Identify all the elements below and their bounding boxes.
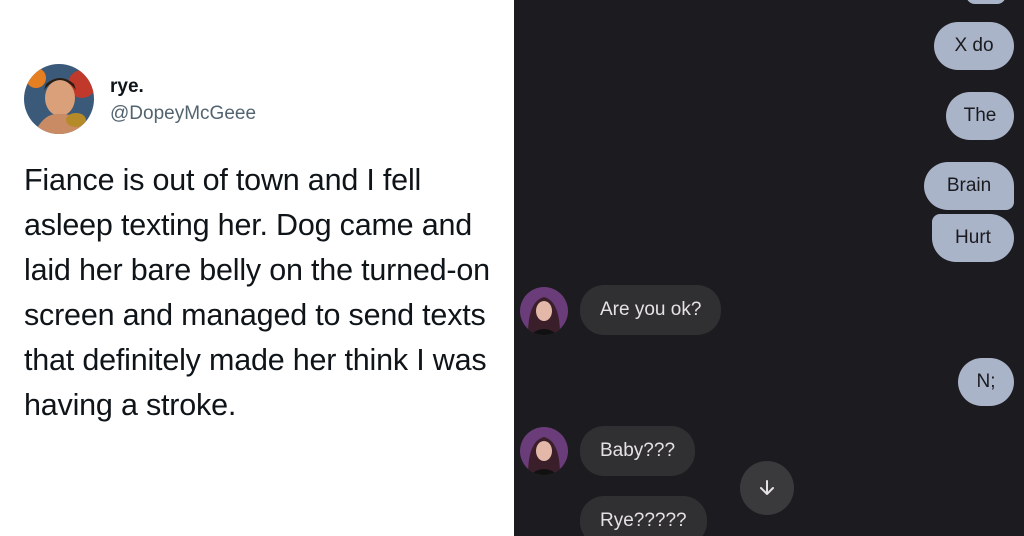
received-bubble[interactable]: Baby??? xyxy=(580,426,696,476)
tweet-text: Fiance is out of town and I fell asleep … xyxy=(24,163,490,422)
sent-message-text: Brain xyxy=(946,175,992,196)
received-message-text: Are you ok? xyxy=(600,299,702,320)
tweet-panel: rye. @DopeyMcGeee Fiance is out of town … xyxy=(0,0,514,536)
scroll-to-bottom-button[interactable] xyxy=(740,461,794,515)
received-bubble[interactable]: Rye????? xyxy=(580,496,707,536)
arrow-down-icon xyxy=(760,480,774,495)
sent-bubble-partial xyxy=(966,0,1006,4)
avatar-image xyxy=(24,64,94,134)
sent-message-text: X do xyxy=(954,35,994,56)
sent-bubble[interactable]: Brain xyxy=(924,162,1014,210)
sent-bubble[interactable]: Hurt xyxy=(932,214,1014,262)
tweet-display-name[interactable]: rye. xyxy=(110,76,144,98)
tweet-handle[interactable]: @DopeyMcGeee xyxy=(110,103,256,125)
contact-photo xyxy=(520,287,568,335)
contact-photo xyxy=(520,427,568,475)
sent-bubble[interactable]: The xyxy=(946,92,1014,140)
contact-avatar[interactable] xyxy=(520,427,568,475)
sent-message-text: Hurt xyxy=(955,227,991,248)
contact-avatar[interactable] xyxy=(520,287,568,335)
tweet-avatar[interactable] xyxy=(24,64,94,134)
sent-bubble[interactable]: N; xyxy=(958,358,1014,406)
chat-panel: X do The Brain Hurt Are you ok? N; Baby?… xyxy=(514,0,1024,536)
sent-message-text: N; xyxy=(976,371,996,392)
sent-message-text: The xyxy=(963,105,997,126)
received-bubble[interactable]: Are you ok? xyxy=(580,285,722,335)
received-message-text: Rye????? xyxy=(600,510,687,531)
sent-bubble[interactable]: X do xyxy=(934,22,1014,70)
received-message-text: Baby??? xyxy=(600,440,676,461)
